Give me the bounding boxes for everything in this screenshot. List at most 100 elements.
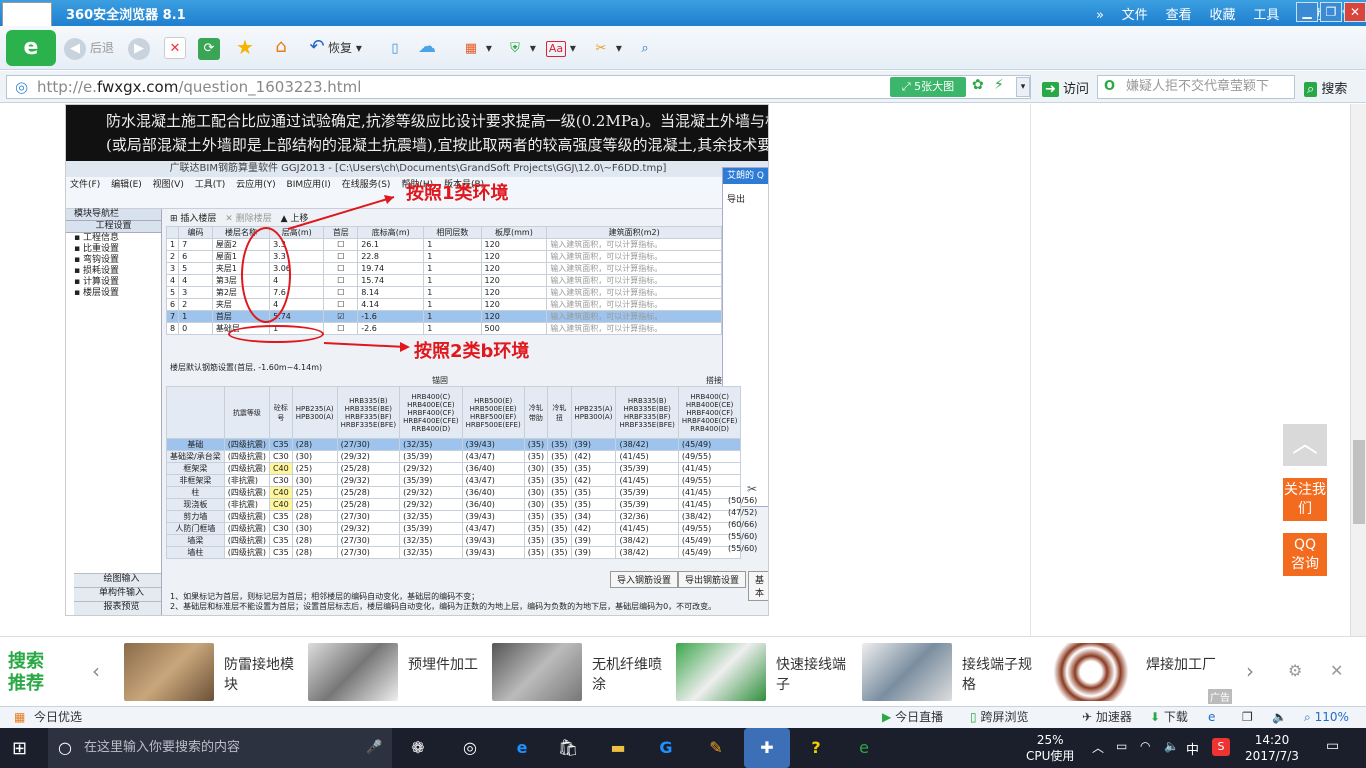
rebar-cell[interactable]: (32/35) [399,438,463,451]
rebar-cell[interactable]: 非框架梁 [166,474,225,487]
rebar-cell[interactable]: (38/42) [615,534,679,547]
rebar-cell[interactable]: (非抗震) [223,474,270,487]
menu-tools[interactable]: 工具 [1253,8,1279,23]
minimize-button[interactable]: ▁ [1296,2,1318,22]
rebar-cell[interactable]: (29/32) [336,474,401,487]
menu-view[interactable]: 查看 [1166,8,1192,23]
today-pick-label[interactable]: 今日优选 [34,707,82,728]
page-scrollbar[interactable] [1350,104,1366,636]
ad-thumb-3[interactable] [492,643,582,701]
rebar-cell[interactable]: (36/40) [461,462,525,475]
stop-button[interactable]: ✕ [164,36,186,60]
rebar-row[interactable]: 墙柱 (四级抗震) C35 (28) (27/30) (32/35) (39/43) (35)… [166,546,742,559]
ad-item-5[interactable]: 接线端子规格 [962,655,1042,695]
rebar-cell[interactable]: (49/55) [677,474,742,487]
rebar-cell[interactable]: (35) [523,534,549,547]
rebar-row[interactable]: 人防门框墙 (四级抗震) C30 (30) (29/32) (35/39) (43/47)(… [166,522,742,535]
rebar-cell[interactable]: C30 [268,450,293,463]
rebar-cell[interactable]: C40 [268,486,293,499]
rebar-cell[interactable]: (35) [547,534,572,547]
taskbar-app-store[interactable]: 🛍 [552,732,584,764]
screenshot-button[interactable]: ✂ ▾ [590,36,622,60]
rebar-cell[interactable]: (30) [523,486,549,499]
ad-item-4[interactable]: 快速接线端子 [776,655,856,695]
rebar-row[interactable]: 基础梁/承台梁 (四级抗震) C30 (30) (29/32) (35/39) (43/47… [166,450,742,463]
rebar-cell[interactable]: (29/32) [399,462,463,475]
refresh-button[interactable]: ⟳ [198,36,220,60]
ad-thumb-2[interactable] [308,643,398,701]
rebar-cell[interactable]: (42) [570,474,617,487]
rebar-cell[interactable]: (30) [291,450,338,463]
rebar-cell[interactable]: (41/45) [615,450,679,463]
rebar-cell[interactable]: (34) [570,510,617,523]
rebar-cell[interactable]: (25) [291,486,338,499]
clock[interactable]: 14:20 2017/7/3 [1240,732,1304,764]
rebar-cell[interactable]: (32/35) [399,510,463,523]
rebar-cell[interactable]: (43/47) [461,450,525,463]
volume-icon[interactable]: 🔈 [1272,707,1287,728]
rebar-cell[interactable]: (35) [547,450,572,463]
notification-icon[interactable]: ▭ [1326,738,1339,754]
big-image-button[interactable]: ⤢ 5张大图 [890,77,966,97]
zoom-control[interactable]: ⌕ 110% [1304,707,1349,728]
rebar-cell[interactable]: (35) [570,498,617,511]
back-button[interactable]: ◀ 后退 [64,36,114,60]
rebar-cell[interactable]: (35/39) [399,474,463,487]
download-button[interactable]: ⬇ 下载 [1150,707,1188,728]
rebar-cell[interactable]: (35) [547,438,572,451]
rebar-cell[interactable]: (39) [570,438,617,451]
rebar-cell[interactable]: (27/30) [336,438,401,451]
rebar-cell[interactable]: (35) [547,546,572,559]
translate-button[interactable]: Aa ▾ [546,36,576,60]
rebar-cell[interactable]: (35/39) [615,486,679,499]
rebar-cell[interactable]: (35) [523,474,549,487]
tray-network-icon[interactable]: ▭ [1116,739,1127,753]
tray-sogou-icon[interactable]: S [1212,738,1230,756]
rebar-cell[interactable]: (42) [570,450,617,463]
taskbar-app-edge[interactable]: e [506,732,538,764]
rebar-cell[interactable]: (39/43) [461,438,525,451]
rebar-cell[interactable]: (27/30) [336,546,401,559]
rebar-cell[interactable]: C35 [268,438,293,451]
ime-indicator[interactable]: 中 [1186,739,1199,758]
taskbar-app-notes[interactable]: ✎ [700,732,732,764]
rebar-cell[interactable]: (28) [291,438,338,451]
rebar-cell[interactable]: 基础梁/承台梁 [166,450,225,463]
taskbar-app-task-view[interactable]: ❁ [402,732,434,764]
rebar-row[interactable]: 柱 (四级抗震) C40 (25) (25/28) (29/32) (36/40) (30)(… [166,486,742,499]
rebar-cell[interactable]: (28) [291,546,338,559]
search-button[interactable]: ⌕ 搜索 [1304,78,1347,97]
rebar-row[interactable]: 现浇板 (非抗震) C40 (25) (25/28) (29/32) (36/40) (30)… [166,498,742,511]
ad-item-6[interactable]: 焊接加工厂 [1146,655,1226,675]
tray-wifi-icon[interactable]: ◠ [1140,739,1150,753]
home-button[interactable]: ⌂ [270,36,292,60]
rebar-cell[interactable]: 框架梁 [166,462,225,475]
rebar-cell[interactable]: (35) [523,522,549,535]
rebar-cell[interactable]: (39) [570,534,617,547]
rebar-row[interactable]: 框架梁 (四级抗震) C40 (25) (25/28) (29/32) (36/40) (30… [166,462,742,475]
lightning-icon[interactable]: ⚡ [994,77,1004,93]
rebar-cell[interactable]: (36/40) [461,498,525,511]
rebar-cell[interactable]: (32/35) [399,546,463,559]
url-input[interactable]: ◎ http://e.fwxgx.com/question_1603223.ht… [6,75,1031,99]
search-input[interactable]: O 嫌疑人拒不交代章莹颖下 [1097,75,1295,99]
shield-button[interactable]: ⛨ ▾ [504,36,536,60]
rebar-cell[interactable]: (35) [547,498,572,511]
forward-button[interactable]: ▶ [128,36,150,60]
rebar-cell[interactable]: (35/39) [615,462,679,475]
ad-thumb-1[interactable] [124,643,214,701]
rebar-cell[interactable]: (四级抗震) [223,486,270,499]
rebar-cell[interactable]: (43/47) [461,474,525,487]
rebar-cell[interactable]: (35) [523,438,549,451]
rebar-cell[interactable]: (41/45) [677,462,742,475]
maximize-button[interactable]: ❐ [1320,2,1342,22]
rebar-cell[interactable]: (32/35) [399,534,463,547]
rebar-cell[interactable]: (28) [291,510,338,523]
taskbar-search[interactable]: ○ 在这里输入你要搜索的内容 🎤 [48,728,392,768]
taskbar-app-360[interactable]: e [848,732,880,764]
rebar-cell[interactable]: (42) [570,522,617,535]
rebar-cell[interactable]: (四级抗震) [223,438,270,451]
ad-close-icon[interactable]: ✕ [1330,661,1343,680]
rebar-cell[interactable]: (四级抗震) [223,450,270,463]
scrollbar-thumb[interactable] [1353,440,1365,524]
